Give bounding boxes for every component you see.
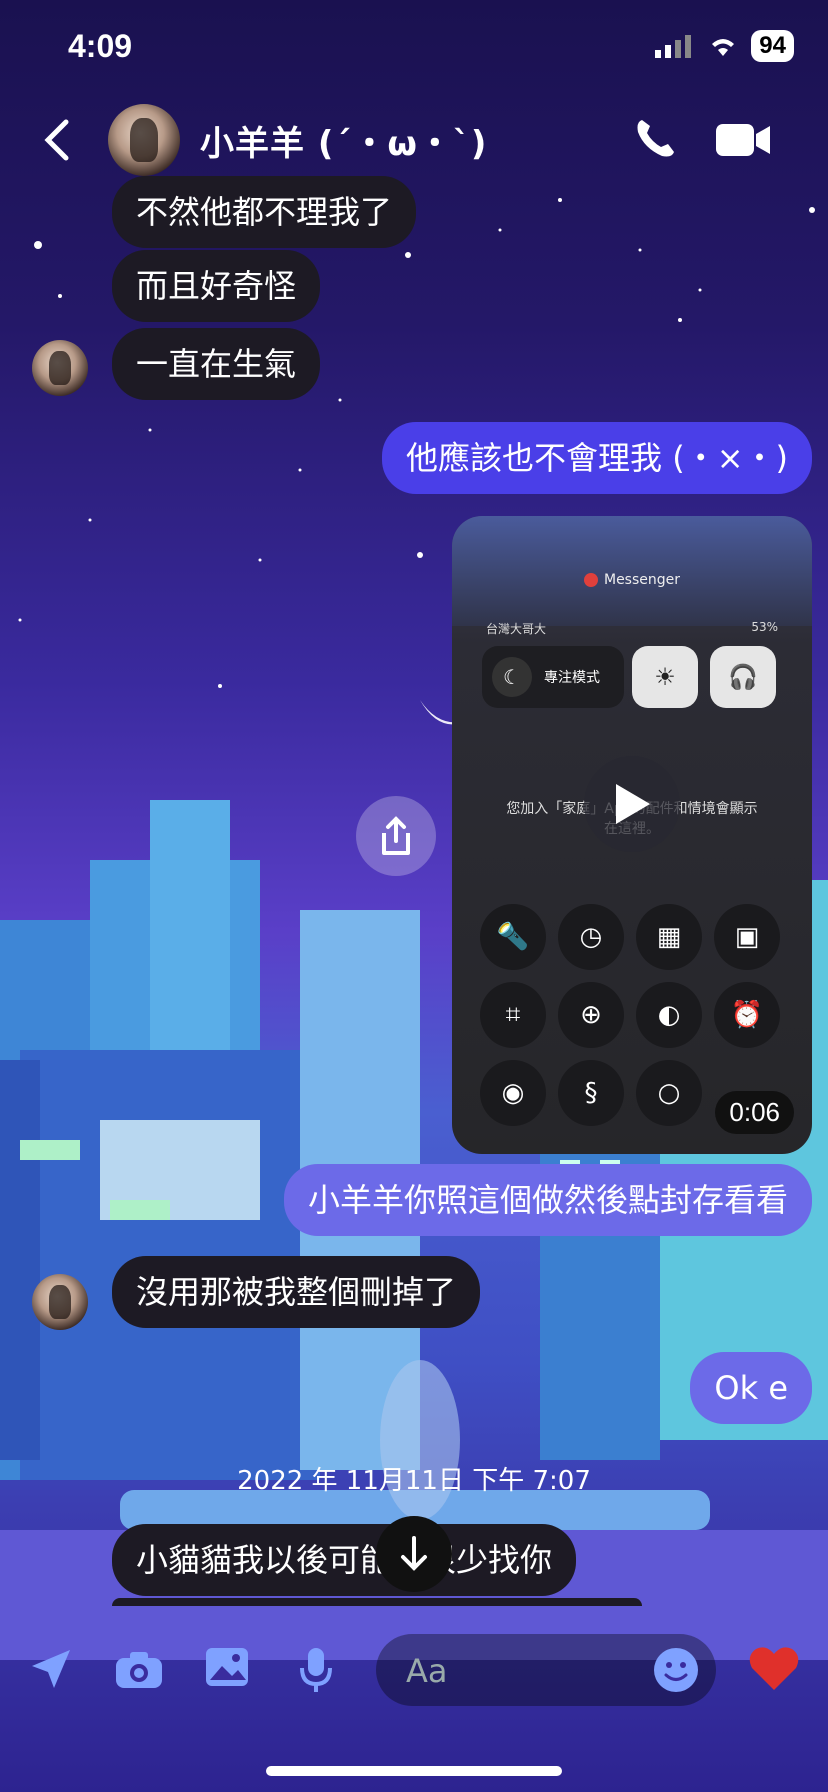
wifi-icon [712,39,735,56]
emoji-icon[interactable] [652,1646,700,1694]
message-placeholder: Aa [406,1652,448,1690]
video-duration: 0:06 [715,1091,794,1134]
signal-icon [655,35,692,58]
video-app-label: Messenger [452,572,812,588]
brightness-slider: ☀ [632,646,698,708]
message-bubble-incoming[interactable]: 沒用那被我整個刪掉了 [112,1256,481,1328]
message-bubble-outgoing[interactable]: 小羊羊你照這個做然後點封存看看 [283,1164,812,1236]
share-icon [382,816,410,855]
timer-icon: ◷ [558,904,624,970]
message-bubble-incoming[interactable]: 一直在生氣 [112,328,321,400]
date-separator: 2022 年 11月11日 下午 7:07 [237,1466,591,1496]
contact-avatar[interactable] [108,104,180,176]
camera-icon: ▣ [714,904,780,970]
mic-dot-icon [583,573,598,587]
back-arrow-icon[interactable] [40,116,76,164]
message-bubble-incoming[interactable]: 不然他都不理我了 [112,176,417,248]
gallery-icon[interactable] [204,1646,250,1688]
status-time: 4:09 [68,28,133,64]
home-indicator [266,1766,562,1776]
message-input[interactable]: Aa [376,1634,716,1706]
message-bubble-outgoing[interactable]: Ok e [690,1352,812,1424]
moon-icon: ☾ [492,657,532,697]
camera-icon[interactable] [114,1650,164,1690]
battery-indicator: 94 [751,30,794,62]
record-icon: ○ [636,1060,702,1126]
contact-avatar[interactable] [32,1274,88,1330]
chat-header: 小羊羊 (´・ω・`) [0,96,828,186]
microphone-icon[interactable] [298,1646,334,1694]
dark-mode-icon: ◐ [636,982,702,1048]
contact-avatar[interactable] [32,340,88,396]
volume-slider: 🎧 [710,646,776,708]
location-arrow-icon[interactable] [28,1646,74,1692]
scroll-to-bottom-button[interactable] [376,1516,452,1592]
qr-scanner-icon: ⌗ [480,982,546,1048]
message-composer: Aa [0,1618,828,1728]
share-button[interactable] [356,796,436,876]
play-icon[interactable] [584,756,680,852]
alarm-icon: ⏰ [714,982,780,1048]
video-status-bar: 台灣大哥大 53% [486,620,778,636]
message-bubble-incoming-partial [112,1598,642,1606]
arrow-down-icon [401,1536,427,1571]
shazam-icon: § [558,1060,624,1126]
focus-mode-tile: ☾ 專注模式 [482,646,624,708]
magnifier-icon: ⊕ [558,982,624,1048]
message-bubble-incoming[interactable]: 小貓貓我以後可能會很少找你 [112,1524,577,1596]
status-bar: 4:09 94 [0,0,828,96]
calculator-icon: ▦ [636,904,702,970]
message-bubble-outgoing[interactable]: 他應該也不會理我 (・×・) [382,422,812,494]
video-attachment[interactable]: Messenger 台灣大哥大53% ☾ 專注模式 ☀ 🎧 您加入「家庭」App… [452,516,812,1154]
flashlight-icon: 🔦 [480,904,546,970]
video-call-icon[interactable] [716,122,772,158]
nfc-icon: ◉ [480,1060,546,1126]
contact-name[interactable]: 小羊羊 (´・ω・`) [200,116,487,165]
message-bubble-incoming[interactable]: 而且好奇怪 [112,250,321,322]
heart-like-icon[interactable] [748,1644,800,1692]
phone-icon[interactable] [632,116,678,162]
